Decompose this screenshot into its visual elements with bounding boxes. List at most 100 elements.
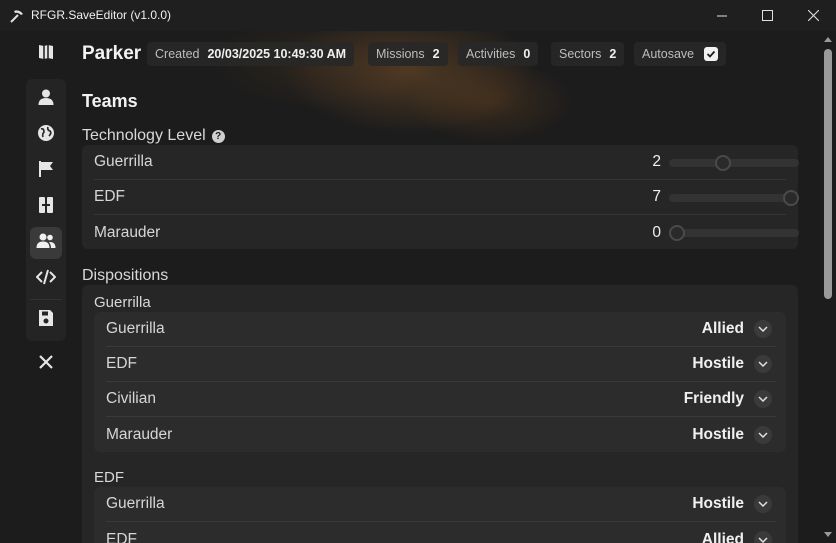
sidebar-item-developer[interactable] <box>30 263 62 295</box>
created-chip: Created 20/03/2025 10:49:30 AM <box>147 42 355 66</box>
missions-value: 2 <box>432 47 440 61</box>
check-icon <box>706 50 716 58</box>
pickaxe-icon <box>9 8 25 24</box>
scrollbar-thumb[interactable] <box>824 49 832 299</box>
columns-icon <box>37 196 55 219</box>
disposition-row[interactable]: Guerrilla Hostile <box>106 487 776 522</box>
help-icon[interactable]: ? <box>211 130 225 143</box>
tech-row-edf: EDF 7 <box>94 180 799 215</box>
scroll-down-icon[interactable] <box>824 530 832 538</box>
disposition-value[interactable]: Friendly <box>684 390 744 408</box>
created-label: Created <box>155 47 200 61</box>
tech-value: 2 <box>652 153 661 170</box>
sidebar-item-save[interactable] <box>30 304 62 336</box>
chevron-down-icon[interactable] <box>754 390 772 408</box>
disposition-target: EDF <box>106 355 137 372</box>
disposition-team-heading: EDF <box>94 469 124 486</box>
sidebar-item-world[interactable] <box>30 119 62 151</box>
disposition-group-guerrilla: Guerrilla Allied EDF Hostile Civilian Fr… <box>94 312 786 452</box>
window-title: RFGR.SaveEditor (v1.0.0) <box>31 8 172 22</box>
missions-label: Missions <box>376 47 425 61</box>
tech-slider[interactable] <box>669 194 799 202</box>
tech-value: 7 <box>652 188 661 205</box>
maximize-button[interactable] <box>744 0 790 31</box>
tech-value: 0 <box>652 223 661 241</box>
disposition-team-heading: Guerrilla <box>94 294 151 311</box>
chevron-down-icon[interactable] <box>754 355 772 373</box>
disposition-target: Civilian <box>106 390 156 407</box>
sidebar-item-overview[interactable] <box>30 38 62 70</box>
close-button[interactable] <box>790 0 836 31</box>
disposition-row[interactable]: EDF Allied <box>106 522 776 543</box>
main-content: Parker Created 20/03/2025 10:49:30 AM Mi… <box>70 31 820 543</box>
dispositions-heading: Dispositions <box>82 267 169 284</box>
floppy-icon <box>38 309 54 332</box>
technology-heading-text: Technology Level <box>82 127 206 144</box>
activities-value: 0 <box>523 47 531 61</box>
map-book-icon <box>37 43 55 66</box>
disposition-target: Guerrilla <box>106 320 165 337</box>
sidebar-item-exit[interactable] <box>30 348 62 380</box>
activities-label: Activities <box>466 47 516 61</box>
sidebar-item-buildings[interactable] <box>30 191 62 223</box>
users-icon <box>36 232 56 255</box>
sectors-chip: Sectors 2 <box>551 42 625 66</box>
disposition-target: Guerrilla <box>106 495 165 512</box>
page-title: Teams <box>82 91 138 111</box>
profile-name: Parker <box>82 43 142 64</box>
tech-team-label: EDF <box>94 188 125 205</box>
disposition-target: Marauder <box>106 425 173 443</box>
disposition-value[interactable]: Hostile <box>692 355 744 373</box>
tech-row-guerrilla: Guerrilla 2 <box>94 145 799 180</box>
tech-team-label: Guerrilla <box>94 153 153 170</box>
technology-heading: Technology Level? <box>82 127 225 145</box>
vertical-scrollbar[interactable] <box>820 31 836 543</box>
disposition-target: EDF <box>106 530 137 543</box>
tech-slider[interactable] <box>669 159 799 167</box>
title-bar: RFGR.SaveEditor (v1.0.0) <box>0 0 836 31</box>
disposition-row[interactable]: Marauder Hostile <box>106 417 776 452</box>
tech-team-label: Marauder <box>94 223 161 241</box>
scroll-up-icon[interactable] <box>824 36 832 44</box>
created-value: 20/03/2025 10:49:30 AM <box>207 47 347 61</box>
sidebar-item-teams[interactable] <box>30 227 62 259</box>
user-icon <box>37 88 55 111</box>
sectors-label: Sectors <box>559 47 602 61</box>
tech-row-marauder: Marauder 0 <box>94 215 799 250</box>
missions-chip: Missions 2 <box>368 42 448 66</box>
code-icon <box>35 269 57 290</box>
chevron-down-icon[interactable] <box>754 495 772 513</box>
flag-icon <box>37 160 55 183</box>
disposition-value[interactable]: Hostile <box>692 426 744 444</box>
tech-slider-thumb[interactable] <box>783 190 799 206</box>
autosave-checkbox[interactable] <box>704 47 719 61</box>
globe-icon <box>37 124 55 147</box>
sidebar-item-player[interactable] <box>30 83 62 115</box>
disposition-row[interactable]: EDF Hostile <box>106 347 776 382</box>
minimize-button[interactable] <box>699 0 745 31</box>
technology-panel: Guerrilla 2 EDF 7 Marauder 0 <box>82 145 799 250</box>
disposition-value[interactable]: Allied <box>702 320 744 338</box>
activities-chip: Activities 0 <box>458 42 539 66</box>
chevron-down-icon[interactable] <box>754 530 772 543</box>
tech-slider[interactable] <box>669 229 799 237</box>
disposition-value[interactable]: Hostile <box>692 495 744 513</box>
sidebar-divider <box>30 299 62 300</box>
disposition-row[interactable]: Guerrilla Allied <box>106 312 776 347</box>
maximize-icon <box>761 10 773 21</box>
autosave-chip[interactable]: Autosave <box>634 42 727 66</box>
sectors-value: 2 <box>609 47 617 61</box>
tech-slider-thumb[interactable] <box>714 155 731 171</box>
x-icon <box>39 354 53 374</box>
minimize-icon <box>717 11 727 21</box>
sidebar-item-missions[interactable] <box>30 155 62 187</box>
disposition-row[interactable]: Civilian Friendly <box>106 382 776 417</box>
autosave-label: Autosave <box>642 47 695 61</box>
close-icon <box>807 10 819 21</box>
sidebar <box>0 31 70 543</box>
disposition-value[interactable]: Allied <box>702 531 744 543</box>
tech-slider-thumb[interactable] <box>669 225 685 241</box>
chevron-down-icon[interactable] <box>754 320 772 338</box>
chevron-down-icon[interactable] <box>754 425 772 444</box>
disposition-group-edf: Guerrilla Hostile EDF Allied <box>94 487 786 543</box>
